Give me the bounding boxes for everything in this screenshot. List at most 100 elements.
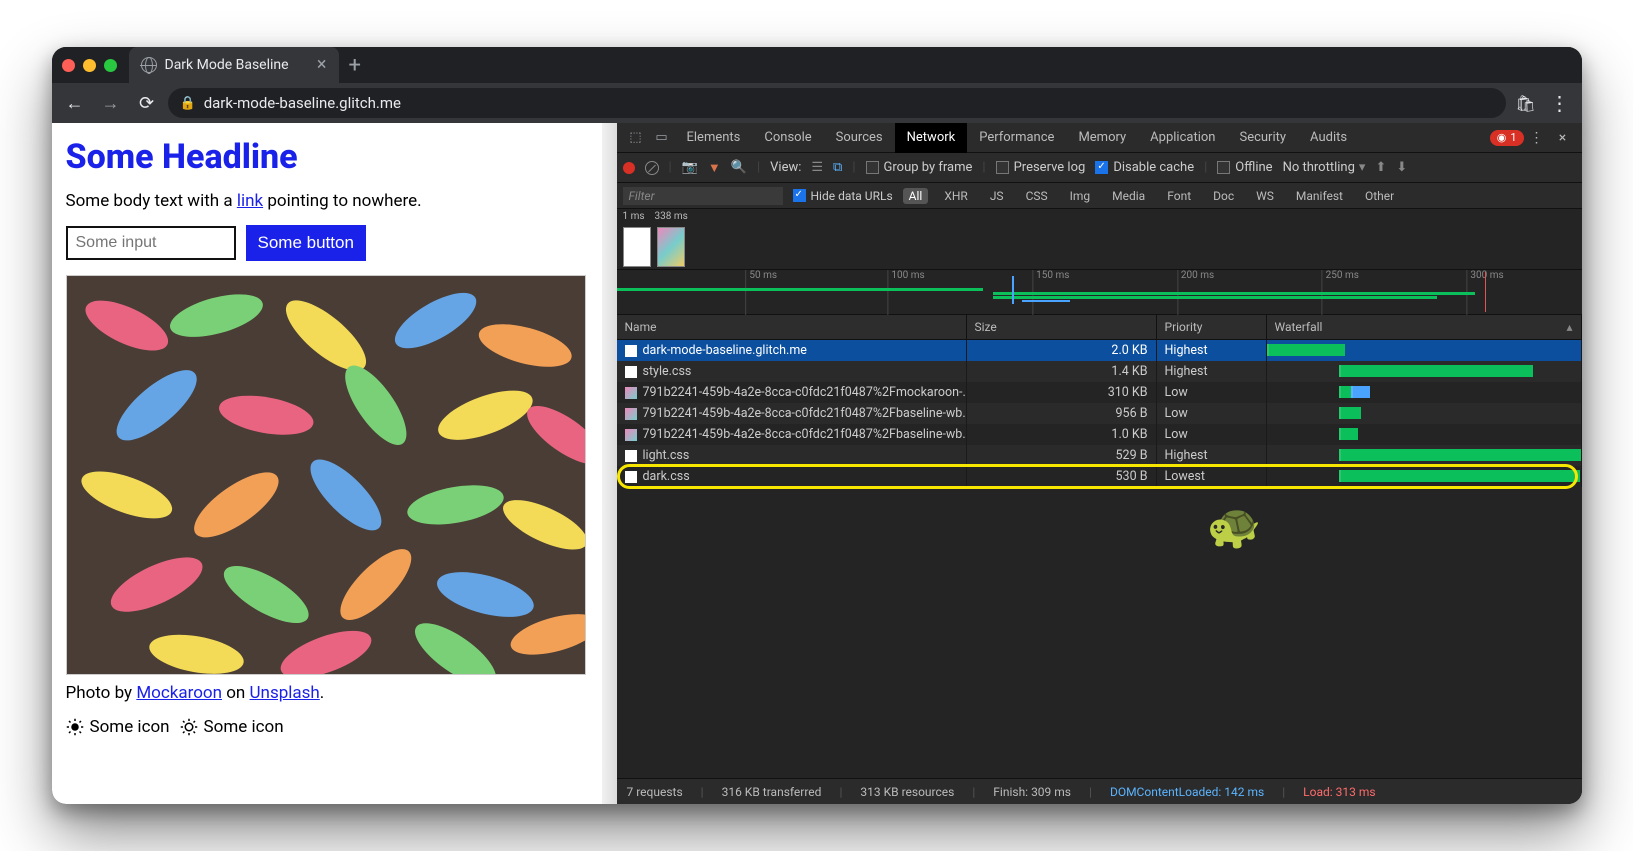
filter-other[interactable]: Other — [1359, 188, 1400, 204]
forward-button[interactable]: → — [96, 88, 126, 118]
filter-xhr[interactable]: XHR — [938, 188, 973, 204]
hide-data-urls-checkbox[interactable]: Hide data URLs — [793, 189, 893, 203]
waterfall-bar — [1339, 449, 1582, 461]
browser-window: Dark Mode Baseline × + ← → ⟳ 🔒 dark-mode… — [52, 47, 1582, 804]
file-name: style.css — [643, 364, 692, 379]
globe-icon — [141, 57, 157, 73]
filter-manifest[interactable]: Manifest — [1290, 188, 1349, 204]
file-priority: Low — [1157, 424, 1267, 445]
reload-button[interactable]: ⟳ — [132, 88, 162, 118]
sun-icon-1: Some icon — [66, 717, 170, 737]
extension-icon[interactable]: 🛍 — [1512, 89, 1540, 117]
download-har-icon[interactable]: ⬇ — [1396, 160, 1407, 175]
file-name: dark-mode-baseline.glitch.me — [643, 343, 807, 358]
body-link[interactable]: link — [237, 191, 263, 211]
devtools-menu-icon[interactable]: ⋮ — [1524, 130, 1550, 146]
caption-site-link[interactable]: Unsplash — [250, 683, 320, 703]
url-bar: ← → ⟳ 🔒 dark-mode-baseline.glitch.me 🛍 ⋮ — [52, 83, 1582, 123]
browser-menu-button[interactable]: ⋮ — [1546, 91, 1574, 115]
new-tab-button[interactable]: + — [349, 53, 361, 78]
error-badge[interactable]: ◉ 1 — [1490, 130, 1524, 146]
record-button[interactable] — [623, 162, 635, 174]
devtools-close-icon[interactable]: × — [1550, 130, 1576, 146]
table-row[interactable]: 791b2241-459b-4a2e-8cca-c0fdc21f0487%2Fb… — [617, 403, 1582, 424]
waterfall-cell — [1267, 361, 1582, 382]
disable-cache-checkbox[interactable]: Disable cache — [1095, 160, 1194, 175]
tab-elements[interactable]: Elements — [675, 123, 753, 153]
tab-performance[interactable]: Performance — [967, 123, 1066, 153]
throttling-select[interactable]: No throttling▾ — [1283, 160, 1366, 175]
network-overview[interactable]: 1 ms 338 ms 50 ms100 ms150 ms200 ms250 m… — [617, 209, 1582, 315]
demo-input[interactable] — [66, 226, 236, 260]
minimize-window-button[interactable] — [83, 59, 96, 72]
filter-media[interactable]: Media — [1106, 188, 1151, 204]
table-row[interactable]: style.css1.4 KBHighest — [617, 361, 1582, 382]
file-size: 956 B — [967, 403, 1157, 424]
devtools-tabs: ⬚ ▭ Elements Console Sources Network Per… — [617, 123, 1582, 153]
waterfall-bar — [1339, 407, 1361, 419]
filter-ws[interactable]: WS — [1250, 188, 1280, 204]
filter-img[interactable]: Img — [1064, 188, 1097, 204]
page-body-text: Some body text with a link pointing to n… — [66, 191, 603, 211]
group-by-frame-checkbox[interactable]: Group by frame — [866, 160, 973, 175]
table-row[interactable]: dark-mode-baseline.glitch.me2.0 KBHighes… — [617, 340, 1582, 361]
maximize-window-button[interactable] — [104, 59, 117, 72]
table-row[interactable]: 791b2241-459b-4a2e-8cca-c0fdc21f0487%2Fm… — [617, 382, 1582, 403]
back-button[interactable]: ← — [60, 88, 90, 118]
filter-font[interactable]: Font — [1161, 188, 1197, 204]
col-waterfall[interactable]: Waterfall▴ — [1267, 315, 1582, 339]
screenshot-icon[interactable]: 📷 — [682, 160, 698, 175]
demo-button[interactable]: Some button — [246, 225, 366, 261]
waterfall-bar — [1339, 470, 1581, 482]
waterfall-cell — [1267, 445, 1582, 466]
rendered-page: Some Headline Some body text with a link… — [52, 123, 617, 804]
filter-input[interactable]: Filter — [623, 187, 783, 205]
filter-css[interactable]: CSS — [1020, 188, 1054, 204]
device-toggle-icon[interactable]: ▭ — [649, 130, 675, 145]
view-frames-icon[interactable]: ⧉ — [833, 160, 842, 175]
inspect-icon[interactable]: ⬚ — [623, 130, 649, 145]
filmstrip-frame[interactable] — [657, 227, 685, 267]
overview-stat-2: 338 ms — [655, 211, 688, 222]
address-bar[interactable]: 🔒 dark-mode-baseline.glitch.me — [168, 88, 1506, 118]
clear-button[interactable] — [645, 161, 659, 175]
filter-icon[interactable]: ▼ — [708, 160, 721, 176]
group-by-frame-label: Group by frame — [884, 160, 973, 175]
tab-audits[interactable]: Audits — [1298, 123, 1359, 153]
view-list-icon[interactable]: ☰ — [811, 160, 823, 175]
body-text-post: pointing to nowhere. — [263, 191, 421, 211]
filter-all[interactable]: All — [903, 188, 929, 204]
close-tab-icon[interactable]: × — [317, 56, 327, 74]
table-row[interactable]: dark.css530 BLowest — [617, 466, 1582, 487]
col-name[interactable]: Name — [617, 315, 967, 339]
file-icon — [625, 450, 637, 462]
filter-js[interactable]: JS — [984, 188, 1010, 204]
tab-application[interactable]: Application — [1138, 123, 1227, 153]
waterfall-cell — [1267, 340, 1582, 361]
file-icon — [625, 408, 637, 420]
col-priority[interactable]: Priority — [1157, 315, 1267, 339]
sort-icon: ▴ — [1566, 320, 1572, 334]
col-size[interactable]: Size — [967, 315, 1157, 339]
upload-har-icon[interactable]: ⬆ — [1375, 160, 1386, 175]
file-priority: Highest — [1157, 445, 1267, 466]
close-window-button[interactable] — [62, 59, 75, 72]
network-table: Name Size Priority Waterfall▴ dark-mode-… — [617, 315, 1582, 778]
browser-tab[interactable]: Dark Mode Baseline × — [129, 47, 339, 83]
caption-author-link[interactable]: Mockaroon — [136, 683, 222, 703]
tab-network[interactable]: Network — [895, 123, 968, 153]
preserve-log-checkbox[interactable]: Preserve log — [996, 160, 1086, 175]
filter-doc[interactable]: Doc — [1207, 188, 1240, 204]
timeline-ruler[interactable]: 50 ms100 ms150 ms200 ms250 ms300 ms — [617, 269, 1582, 314]
filmstrip-frame[interactable] — [623, 227, 651, 267]
table-row[interactable]: 791b2241-459b-4a2e-8cca-c0fdc21f0487%2Fb… — [617, 424, 1582, 445]
search-icon[interactable]: 🔍 — [731, 160, 747, 175]
tab-console[interactable]: Console — [752, 123, 823, 153]
tab-security[interactable]: Security — [1227, 123, 1298, 153]
offline-checkbox[interactable]: Offline — [1217, 160, 1272, 175]
file-priority: Highest — [1157, 361, 1267, 382]
table-row[interactable]: light.css529 BHighest — [617, 445, 1582, 466]
tab-sources[interactable]: Sources — [824, 123, 895, 153]
file-priority: Highest — [1157, 340, 1267, 361]
tab-memory[interactable]: Memory — [1066, 123, 1138, 153]
